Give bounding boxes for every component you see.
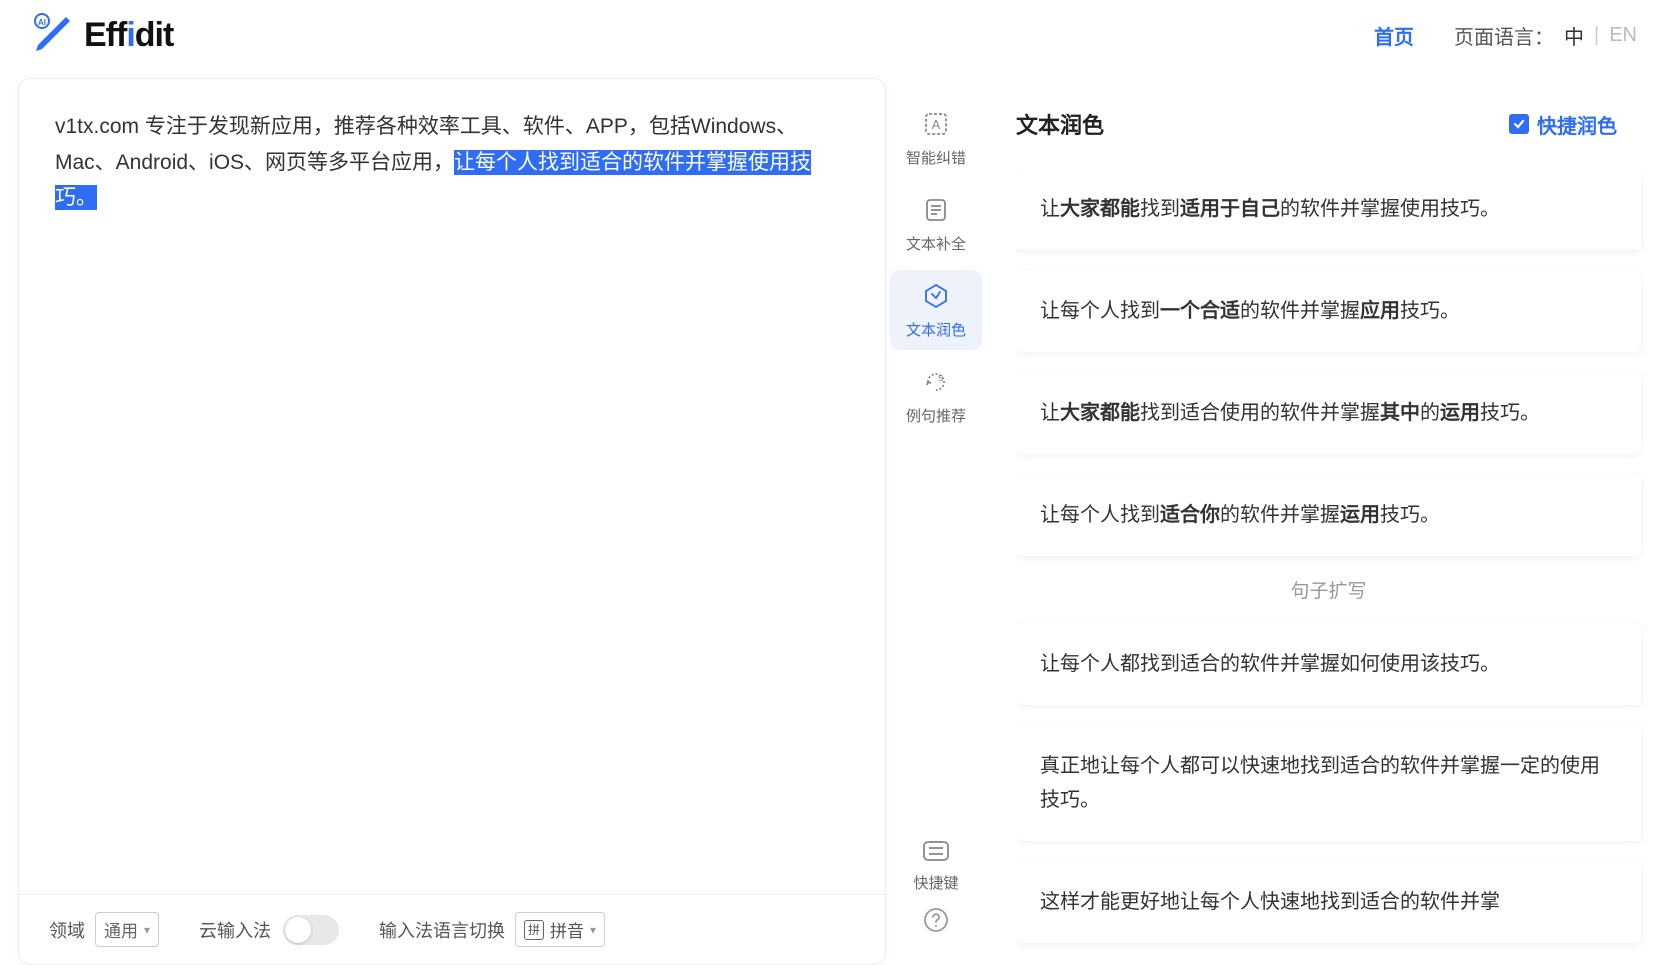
svg-text:AI: AI bbox=[38, 18, 46, 27]
polish-icon bbox=[921, 281, 951, 311]
sidebar: A 智能纠错 文本补全 文本润色 bbox=[886, 78, 986, 965]
checkbox-icon bbox=[1509, 114, 1529, 134]
sidebar-item-label: 智能纠错 bbox=[906, 147, 966, 168]
result-card[interactable]: 真正地让每个人都可以快速地找到适合的软件并掌握一定的使用技巧。 bbox=[1016, 725, 1641, 841]
chevron-down-icon: ▾ bbox=[590, 923, 596, 937]
logo-text-eff: Eff bbox=[84, 16, 126, 54]
editor-footer: 领域 通用 ▾ 云输入法 输入法语言切换 拼 拼音 ▾ bbox=[19, 894, 885, 964]
sidebar-item-label: 文本补全 bbox=[906, 233, 966, 254]
pinyin-button[interactable]: 拼 拼音 ▾ bbox=[515, 912, 605, 947]
lang-label: 页面语言： bbox=[1454, 21, 1554, 50]
quick-polish-label: 快捷润色 bbox=[1537, 110, 1617, 139]
result-card[interactable]: 让每个人找到一个合适的软件并掌握应用技巧。 bbox=[1016, 270, 1641, 352]
result-list[interactable]: 让大家都能找到适用于自己的软件并掌握使用技巧。让每个人找到一个合适的软件并掌握应… bbox=[1016, 168, 1657, 965]
section-label: 句子扩写 bbox=[1016, 576, 1641, 603]
toggle-knob bbox=[285, 917, 311, 943]
header-right: 首页 页面语言： 中 | EN bbox=[1374, 21, 1637, 50]
logo[interactable]: AI Effidit bbox=[30, 13, 173, 57]
domain-select[interactable]: 通用 ▾ bbox=[95, 912, 159, 947]
result-card[interactable]: 让大家都能找到适合使用的软件并掌握其中的运用技巧。 bbox=[1016, 372, 1641, 454]
sidebar-item-polish[interactable]: 文本润色 bbox=[890, 270, 982, 350]
home-link[interactable]: 首页 bbox=[1374, 21, 1414, 50]
lang-divider: | bbox=[1594, 24, 1599, 47]
editor-textarea[interactable]: v1tx.com 专注于发现新应用，推荐各种效率工具、软件、APP，包括Wind… bbox=[19, 79, 885, 894]
cloud-ime-group: 云输入法 bbox=[199, 915, 339, 945]
sidebar-shortcut[interactable]: 快捷键 bbox=[913, 840, 958, 893]
keyboard-icon bbox=[922, 840, 950, 866]
sidebar-bottom: 快捷键 bbox=[913, 840, 958, 965]
quick-polish-toggle[interactable]: 快捷润色 bbox=[1509, 110, 1617, 139]
result-card[interactable]: 让每个人都找到适合的软件并掌握如何使用该技巧。 bbox=[1016, 623, 1641, 705]
ime-lang-group: 输入法语言切换 拼 拼音 ▾ bbox=[379, 912, 605, 947]
domain-value: 通用 bbox=[104, 917, 138, 942]
logo-icon: AI bbox=[30, 13, 74, 57]
svg-text:s: s bbox=[938, 372, 944, 384]
domain-label: 领域 bbox=[49, 917, 85, 943]
help-button[interactable] bbox=[921, 905, 951, 935]
language-switch: 页面语言： 中 | EN bbox=[1454, 21, 1637, 50]
cloud-ime-label: 云输入法 bbox=[199, 917, 271, 943]
logo-text-i: i bbox=[126, 16, 134, 54]
result-card[interactable]: 让每个人找到适合你的软件并掌握运用技巧。 bbox=[1016, 474, 1641, 556]
logo-text-dit: dit bbox=[135, 16, 174, 54]
panel-title: 文本润色 bbox=[1016, 108, 1104, 140]
domain-group: 领域 通用 ▾ bbox=[49, 912, 159, 947]
pinyin-icon: 拼 bbox=[524, 920, 544, 940]
shortcut-label: 快捷键 bbox=[913, 872, 958, 893]
sidebar-item-label: 文本润色 bbox=[906, 319, 966, 340]
panel-header: 文本润色 快捷润色 bbox=[1016, 108, 1657, 140]
examples-icon: s bbox=[921, 367, 951, 397]
chevron-down-icon: ▾ bbox=[144, 923, 150, 937]
right-panel: 文本润色 快捷润色 让大家都能找到适用于自己的软件并掌握使用技巧。让每个人找到一… bbox=[986, 78, 1667, 965]
lang-en[interactable]: EN bbox=[1609, 24, 1637, 47]
sidebar-item-correction[interactable]: A 智能纠错 bbox=[890, 98, 982, 178]
sidebar-item-label: 例句推荐 bbox=[906, 405, 966, 426]
sidebar-item-examples[interactable]: s 例句推荐 bbox=[890, 356, 982, 436]
completion-icon bbox=[921, 195, 951, 225]
logo-text: Effidit bbox=[84, 16, 173, 55]
result-card[interactable]: 这样才能更好地让每个人快速地找到适合的软件并掌 bbox=[1016, 861, 1641, 943]
correction-icon: A bbox=[921, 109, 951, 139]
cloud-ime-toggle[interactable] bbox=[283, 915, 339, 945]
result-card[interactable]: 让大家都能找到适用于自己的软件并掌握使用技巧。 bbox=[1016, 168, 1641, 250]
lang-cn[interactable]: 中 bbox=[1564, 21, 1584, 50]
ime-switch-label: 输入法语言切换 bbox=[379, 917, 505, 943]
svg-text:A: A bbox=[932, 117, 941, 132]
sidebar-item-completion[interactable]: 文本补全 bbox=[890, 184, 982, 264]
pinyin-label: 拼音 bbox=[550, 917, 584, 942]
editor-card: v1tx.com 专注于发现新应用，推荐各种效率工具、软件、APP，包括Wind… bbox=[18, 78, 886, 965]
